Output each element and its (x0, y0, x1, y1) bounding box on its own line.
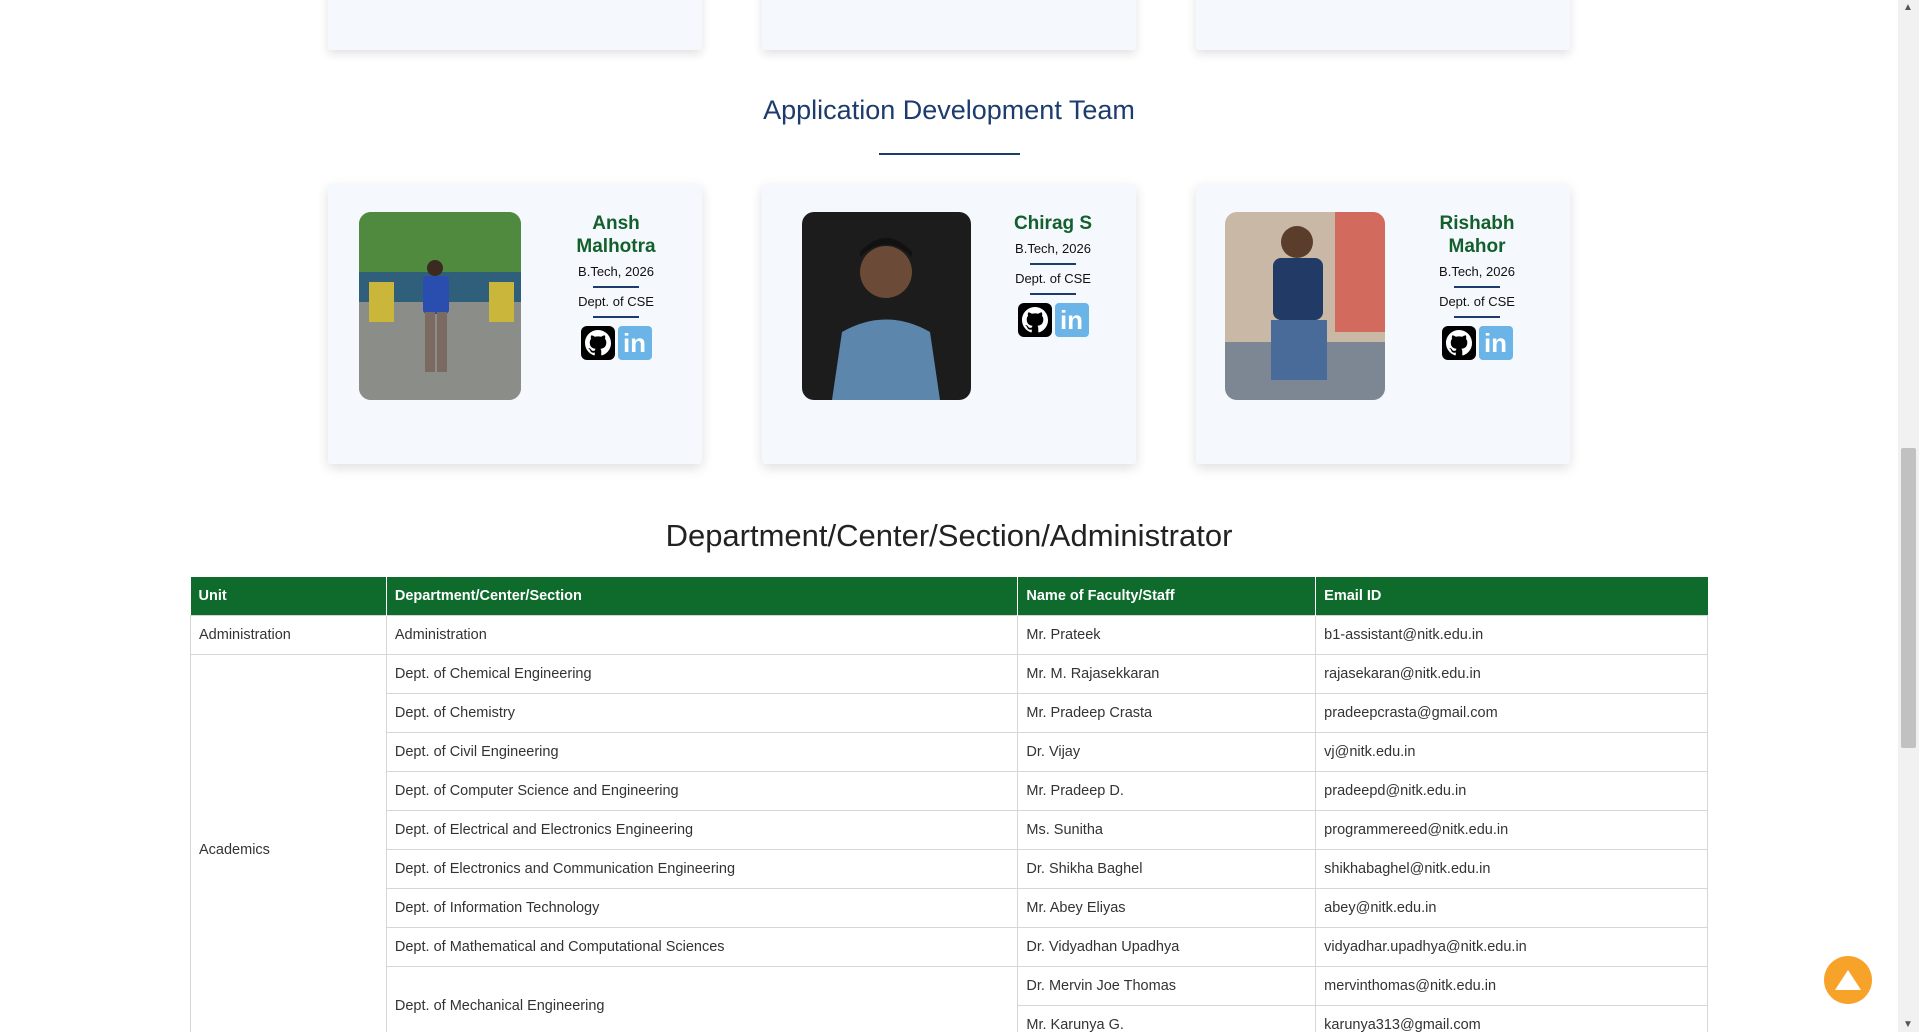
email-cell: vj@nitk.edu.in (1315, 732, 1708, 772)
email-cell: programmereed@nitk.edu.in (1315, 810, 1708, 850)
name-cell: Mr. Pradeep Crasta (1017, 693, 1317, 733)
department-cell: Dept. of Civil Engineering (385, 732, 1019, 772)
name-cell: Ms. Sunitha (1017, 810, 1317, 850)
unit-cell: Academics (190, 654, 387, 1032)
divider (1454, 286, 1500, 288)
table-header-row: Unit Department/Center/Section Name of F… (190, 577, 1708, 616)
member-department: Dept. of CSE (1015, 271, 1091, 286)
member-name: Chirag S (1013, 213, 1093, 234)
divider (593, 286, 639, 288)
member-photo (359, 212, 521, 400)
github-icon[interactable] (1017, 303, 1052, 337)
table-row: Dept. of Mathematical and Computational … (191, 927, 1708, 967)
email-cell: abey@nitk.edu.in (1315, 888, 1708, 928)
team-heading: Application Development Team (763, 95, 1135, 125)
table-row: Dept. of Mechanical Engineering Dr. Merv… (191, 966, 1708, 1032)
column-header-department: Department/Center/Section (386, 577, 1019, 616)
member-info: Chirag S B.Tech, 2026 Dept. of CSE in (988, 212, 1118, 337)
member-info: Rishabh Mahor B.Tech, 2026 Dept. of CSE … (1412, 212, 1542, 360)
previous-card (328, 0, 702, 50)
heading-divider (879, 153, 1020, 155)
github-icon[interactable] (1441, 326, 1476, 360)
name-cell: Mr. Karunya G. (1017, 1005, 1317, 1032)
directory-heading: Department/Center/Section/Administrator (665, 518, 1233, 553)
department-cell: Dept. of Chemical Engineering (385, 654, 1019, 694)
email-cell: b1-assistant@nitk.edu.in (1315, 615, 1708, 655)
email-cell: karunya313@gmail.com (1315, 1005, 1708, 1032)
email-cell: mervinthomas@nitk.edu.in (1315, 966, 1708, 1006)
linkedin-icon[interactable]: in (1054, 303, 1089, 337)
email-cell: vidyadhar.upadhya@nitk.edu.in (1315, 927, 1708, 967)
member-photo (802, 212, 971, 400)
vertical-scrollbar[interactable]: ▲ ▼ (1898, 0, 1919, 1032)
department-cell: Dept. of Electronics and Communication E… (385, 849, 1019, 889)
table-row: Dept. of Computer Science and Engineerin… (191, 771, 1708, 811)
divider (1030, 263, 1076, 265)
name-cell: Dr. Vidyadhan Upadhya (1017, 927, 1317, 967)
table-row: Dept. of Civil Engineering Dr. Vijay vj@… (191, 732, 1708, 772)
name-cell: Mr. Pradeep D. (1017, 771, 1317, 811)
scroll-up-icon[interactable]: ▲ (1903, 2, 1913, 13)
directory-table: Unit Department/Center/Section Name of F… (190, 577, 1708, 1032)
department-cell: Dept. of Chemistry (385, 693, 1019, 733)
divider (1030, 293, 1076, 295)
name-cell: Mr. Abey Eliyas (1017, 888, 1317, 928)
member-department: Dept. of CSE (1439, 294, 1515, 309)
email-cell: pradeepcrasta@gmail.com (1315, 693, 1708, 733)
table-row: Dept. of Electronics and Communication E… (191, 849, 1708, 889)
name-cell: Mr. M. Rajasekkaran (1017, 654, 1317, 694)
member-info: Ansh Malhotra B.Tech, 2026 Dept. of CSE … (551, 212, 681, 360)
divider (593, 316, 639, 318)
department-cell: Dept. of Information Technology (385, 888, 1019, 928)
arrow-up-icon (1835, 970, 1861, 990)
department-cell: Dept. of Computer Science and Engineerin… (385, 771, 1019, 811)
linkedin-icon[interactable]: in (1478, 326, 1513, 360)
team-member-card: Chirag S B.Tech, 2026 Dept. of CSE in (762, 184, 1136, 464)
team-member-card: Ansh Malhotra B.Tech, 2026 Dept. of CSE … (328, 184, 702, 464)
table-row: Administration Administration Mr. Pratee… (190, 615, 1708, 655)
name-cell: Dr. Vijay (1017, 732, 1317, 772)
team-member-card: Rishabh Mahor B.Tech, 2026 Dept. of CSE … (1196, 184, 1570, 464)
email-cell: pradeepd@nitk.edu.in (1315, 771, 1708, 811)
github-icon[interactable] (580, 326, 615, 360)
table-row: Academics Dept. of Chemical Engineering … (190, 654, 1708, 1032)
member-program: B.Tech, 2026 (1439, 264, 1515, 279)
department-cell: Dept. of Electrical and Electronics Engi… (385, 810, 1019, 850)
unit-cell: Administration (190, 615, 387, 655)
linkedin-icon[interactable]: in (617, 326, 652, 360)
column-header-email: Email ID (1315, 577, 1708, 616)
email-cell: shikhabaghel@nitk.edu.in (1315, 849, 1708, 889)
previous-card (1196, 0, 1570, 50)
name-cell: Dr. Shikha Baghel (1017, 849, 1317, 889)
department-cell: Dept. of Mathematical and Computational … (385, 927, 1019, 967)
name-cell: Mr. Prateek (1017, 615, 1317, 655)
member-name: Ansh Malhotra (576, 213, 656, 257)
department-cell: Administration (385, 615, 1019, 655)
back-to-top-button[interactable] (1824, 956, 1872, 1004)
table-row: Dept. of Information Technology Mr. Abey… (191, 888, 1708, 928)
page-content: Application Development Team Ansh Malhot… (0, 0, 1898, 1032)
table-row: Dept. of Electrical and Electronics Engi… (191, 810, 1708, 850)
column-header-name: Name of Faculty/Staff (1017, 577, 1317, 616)
department-cell: Dept. of Mechanical Engineering (385, 966, 1019, 1032)
table-row: Dept. of Chemistry Mr. Pradeep Crasta pr… (191, 693, 1708, 733)
scrollbar-thumb[interactable] (1901, 448, 1916, 748)
member-photo (1225, 212, 1385, 400)
column-header-unit: Unit (190, 577, 387, 616)
member-department: Dept. of CSE (578, 294, 654, 309)
member-program: B.Tech, 2026 (578, 264, 654, 279)
member-name: Rishabh Mahor (1439, 213, 1515, 257)
email-cell: rajasekaran@nitk.edu.in (1315, 654, 1708, 694)
previous-card (762, 0, 1136, 50)
member-program: B.Tech, 2026 (1015, 241, 1091, 256)
divider (1454, 316, 1500, 318)
name-cell: Dr. Mervin Joe Thomas (1017, 966, 1317, 1006)
scroll-down-icon[interactable]: ▼ (1903, 1019, 1913, 1030)
